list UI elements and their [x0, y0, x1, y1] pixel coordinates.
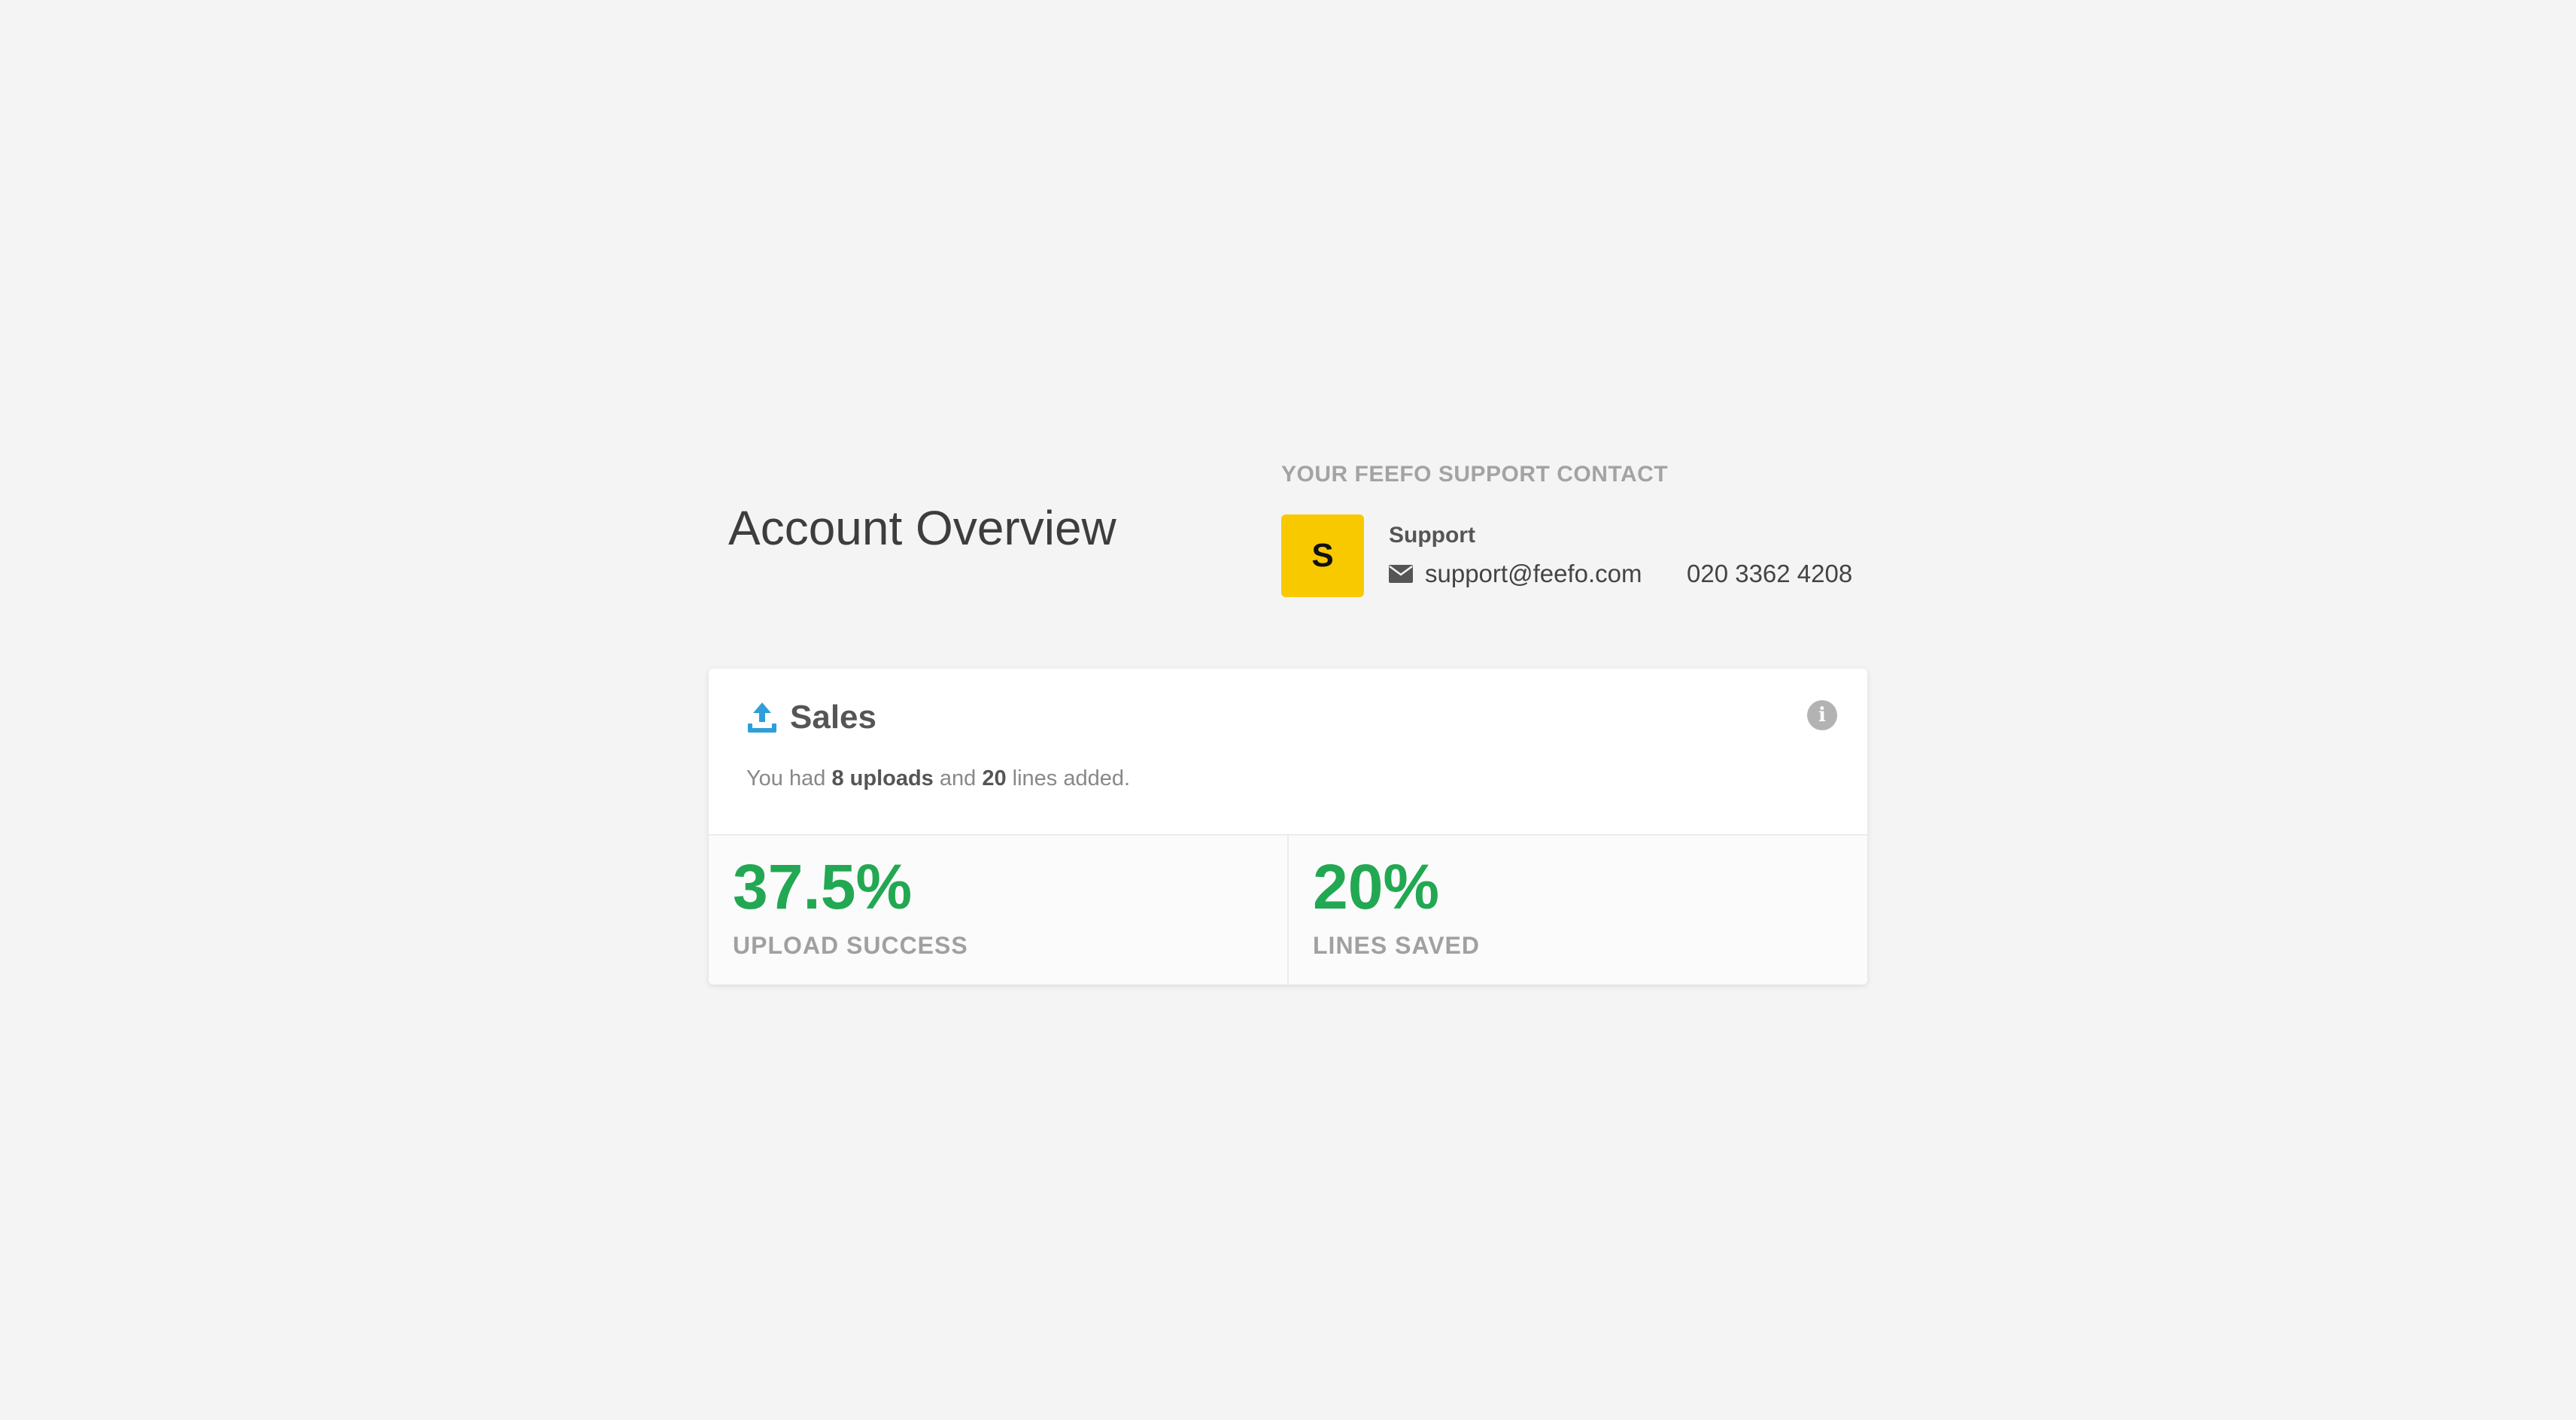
- avatar: S: [1281, 514, 1364, 597]
- summary-uploads: 8 uploads: [831, 766, 934, 790]
- summary-prefix: You had: [746, 766, 826, 790]
- stat-value: 37.5%: [733, 851, 913, 922]
- contact-email-row[interactable]: support@feefo.com: [1389, 560, 1642, 588]
- upload-icon: [748, 702, 776, 733]
- summary-suffix: lines added.: [1012, 766, 1131, 790]
- info-icon[interactable]: i: [1807, 700, 1837, 730]
- stat-label: UPLOAD SUCCESS: [733, 932, 968, 959]
- stat-label: LINES SAVED: [1313, 932, 1480, 959]
- sales-title-row: Sales: [746, 699, 876, 736]
- sales-card: Sales i You had 8 uploads and 20 lines a…: [709, 669, 1867, 985]
- contact-phone[interactable]: 020 3362 4208: [1687, 560, 1852, 588]
- contact-name: Support: [1389, 523, 1475, 548]
- sales-title: Sales: [790, 699, 876, 736]
- sales-stats: 37.5% UPLOAD SUCCESS 20% LINES SAVED: [709, 836, 1867, 985]
- stat-lines-saved: 20% LINES SAVED: [1287, 836, 1867, 985]
- summary-lines: 20: [982, 766, 1007, 790]
- sales-summary: You had 8 uploads and 20 lines added.: [746, 766, 1130, 791]
- page-title: Account Overview: [728, 501, 1116, 555]
- contact-email[interactable]: support@feefo.com: [1425, 560, 1642, 588]
- stat-value: 20%: [1313, 851, 1440, 922]
- envelope-icon: [1389, 565, 1413, 583]
- sales-card-header: Sales i You had 8 uploads and 20 lines a…: [709, 669, 1867, 836]
- avatar-letter: S: [1311, 537, 1334, 574]
- stat-upload-success: 37.5% UPLOAD SUCCESS: [709, 836, 1287, 985]
- support-contact-heading: YOUR FEEFO SUPPORT CONTACT: [1281, 462, 1669, 487]
- summary-middle: and: [939, 766, 977, 790]
